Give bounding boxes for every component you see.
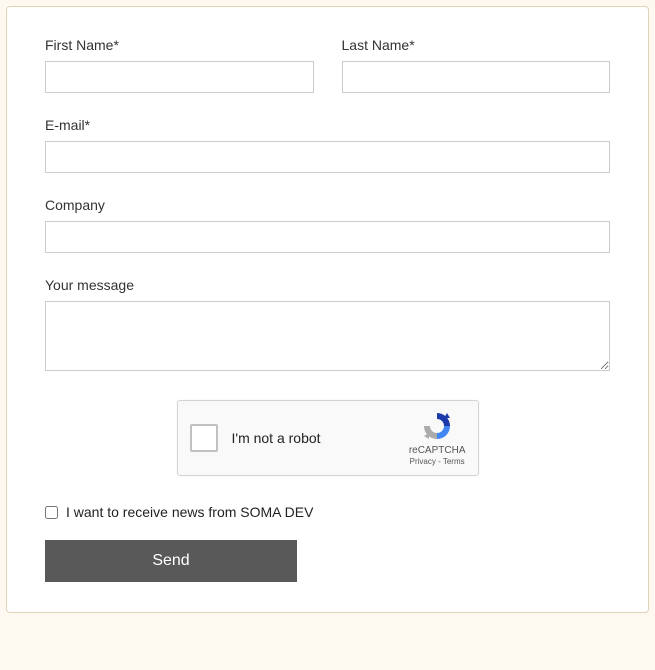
recaptcha-brand-text: reCAPTCHA: [409, 445, 466, 456]
company-label: Company: [45, 197, 610, 213]
recaptcha-container: I'm not a robot reCAPTCHA Privacy - Term…: [45, 400, 610, 476]
last-name-label: Last Name*: [342, 37, 611, 53]
email-input[interactable]: [45, 141, 610, 173]
message-field: Your message: [45, 277, 610, 376]
email-label: E-mail*: [45, 117, 610, 133]
recaptcha-label: I'm not a robot: [232, 430, 409, 446]
contact-form: First Name* Last Name* E-mail* Company Y…: [6, 6, 649, 613]
newsletter-label: I want to receive news from SOMA DEV: [66, 504, 313, 520]
recaptcha-widget: I'm not a robot reCAPTCHA Privacy - Term…: [177, 400, 479, 476]
message-label: Your message: [45, 277, 610, 293]
last-name-input[interactable]: [342, 61, 611, 93]
recaptcha-branding: reCAPTCHA Privacy - Terms: [409, 410, 466, 466]
last-name-field: Last Name*: [342, 37, 611, 93]
first-name-label: First Name*: [45, 37, 314, 53]
send-button[interactable]: Send: [45, 540, 297, 582]
company-input[interactable]: [45, 221, 610, 253]
company-field: Company: [45, 197, 610, 253]
recaptcha-logo-icon: [421, 410, 453, 442]
recaptcha-terms-link[interactable]: Terms: [443, 457, 465, 466]
first-name-input[interactable]: [45, 61, 314, 93]
recaptcha-separator: -: [436, 457, 443, 466]
message-textarea[interactable]: [45, 301, 610, 371]
recaptcha-links: Privacy - Terms: [410, 457, 465, 466]
recaptcha-privacy-link[interactable]: Privacy: [410, 457, 436, 466]
email-field: E-mail*: [45, 117, 610, 173]
newsletter-row: I want to receive news from SOMA DEV: [45, 504, 610, 520]
recaptcha-checkbox[interactable]: [190, 424, 218, 452]
first-name-field: First Name*: [45, 37, 314, 93]
newsletter-checkbox[interactable]: [45, 506, 58, 519]
